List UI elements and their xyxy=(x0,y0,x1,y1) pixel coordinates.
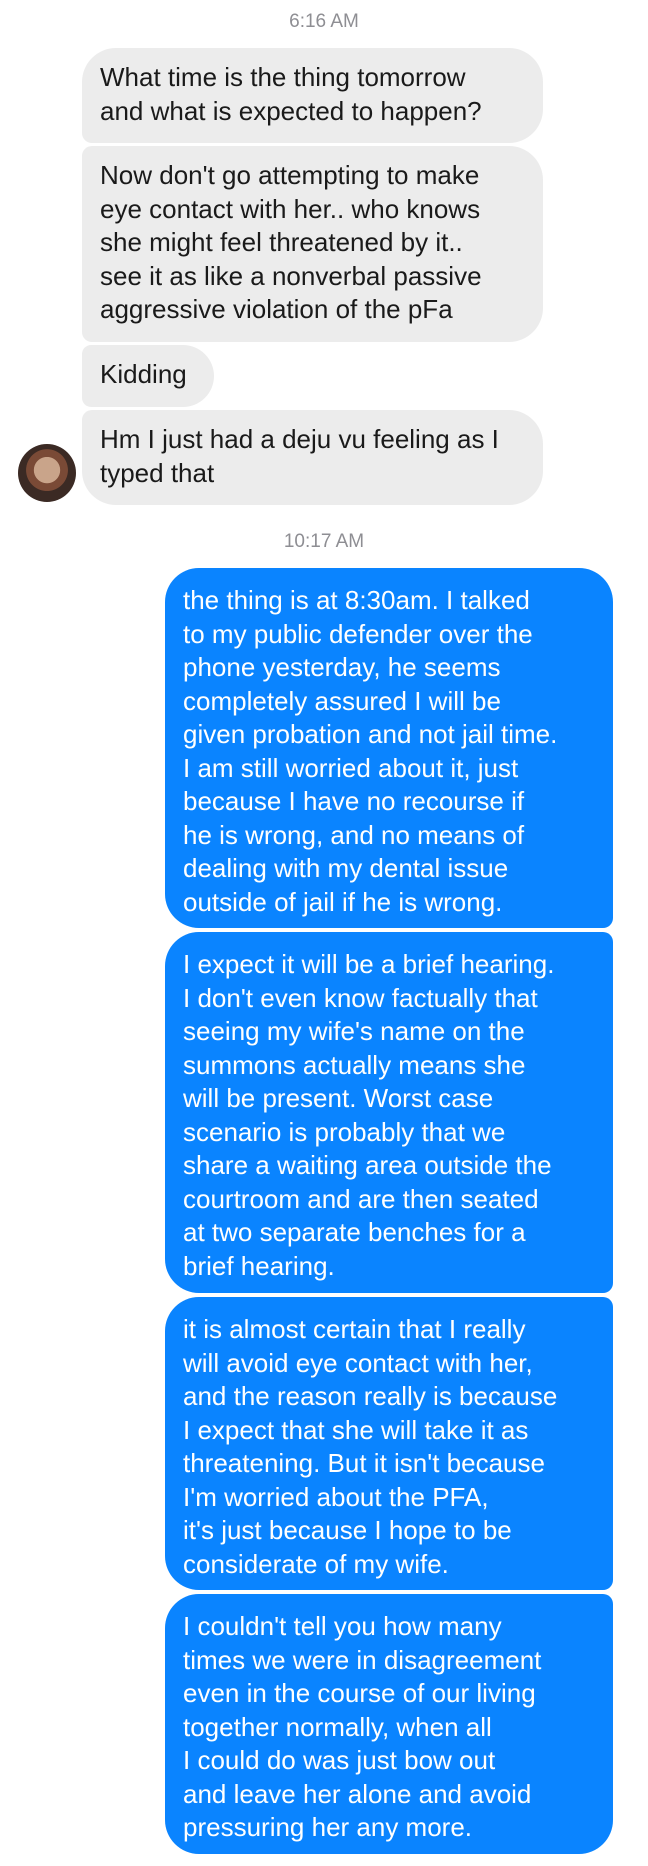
incoming-message-3[interactable]: Kidding xyxy=(82,345,214,407)
contact-avatar[interactable] xyxy=(18,444,76,502)
outgoing-message-2[interactable]: I expect it will be a brief hearing. I d… xyxy=(165,932,613,1293)
timestamp-2: 10:17 AM xyxy=(283,531,365,552)
incoming-message-4[interactable]: Hm I just had a deju vu feeling as I typ… xyxy=(82,410,543,505)
outgoing-message-1[interactable]: the thing is at 8:30am. I talked to my p… xyxy=(165,568,613,928)
incoming-message-1[interactable]: What time is the thing tomorrow and what… xyxy=(82,48,543,143)
outgoing-message-4[interactable]: I couldn't tell you how many times we we… xyxy=(165,1594,613,1854)
outgoing-message-3[interactable]: it is almost certain that I really will … xyxy=(165,1297,613,1590)
timestamp-1: 6:16 AM xyxy=(289,11,359,32)
incoming-message-2[interactable]: Now don't go attempting to make eye cont… xyxy=(82,146,543,342)
